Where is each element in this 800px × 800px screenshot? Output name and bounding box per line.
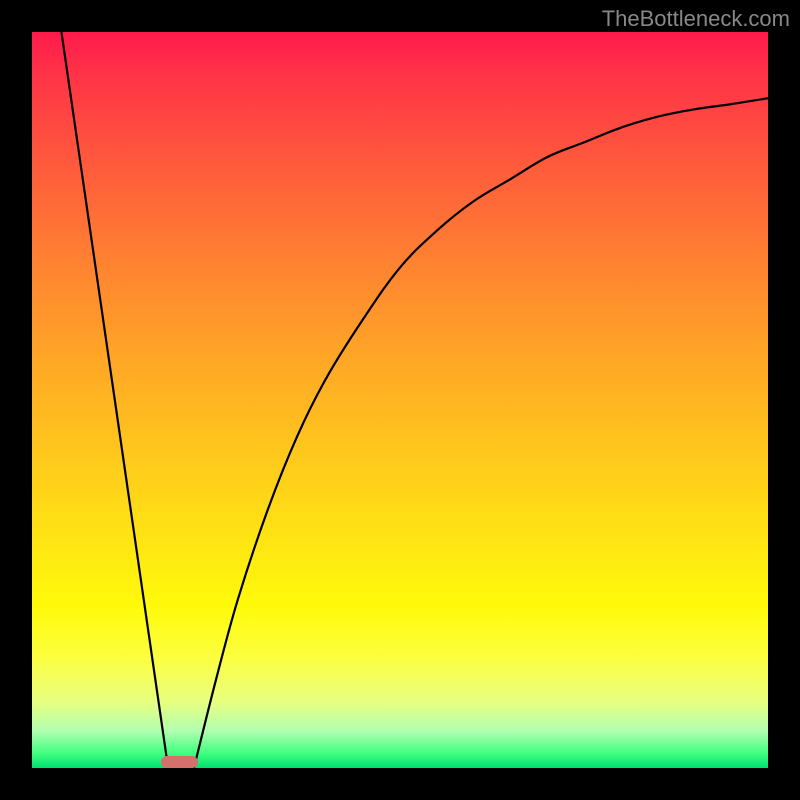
curve-layer — [32, 32, 768, 768]
plot-area — [32, 32, 768, 768]
optimal-marker — [161, 756, 198, 768]
watermark-text: TheBottleneck.com — [602, 6, 790, 32]
curve-left-segment — [61, 32, 168, 768]
curve-right-segment — [194, 98, 768, 768]
chart-container: TheBottleneck.com — [0, 0, 800, 800]
